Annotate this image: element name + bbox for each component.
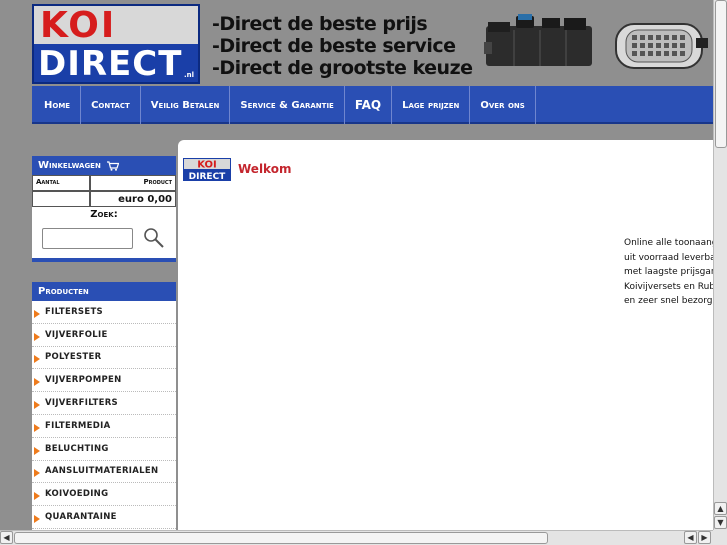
site-logo[interactable]: KOI DIRECT .nl <box>32 4 200 84</box>
nav-faq[interactable]: FAQ <box>345 86 393 124</box>
cart-empty-cell <box>32 191 90 207</box>
intro-line: met laagste prijsgara <box>624 267 713 278</box>
scroll-left-end-icon[interactable]: ◀ <box>684 531 697 544</box>
vertical-scroll-thumb[interactable] <box>715 0 727 148</box>
arrow-icon <box>34 378 40 387</box>
slogan-line: -Direct de beste service <box>212 35 456 57</box>
slogan-line: -Direct de beste prijs <box>212 13 428 35</box>
arrow-icon <box>34 515 40 524</box>
cart-total: euro 0,00 <box>90 191 176 207</box>
intro-line: Online alle toonaang <box>624 238 713 248</box>
product-label: AANSLUITMATERIALEN <box>45 466 159 477</box>
arrow-icon <box>34 309 40 318</box>
cart-col-product: Product <box>90 175 176 191</box>
nav-home[interactable]: Home <box>32 86 82 124</box>
product-item-vijverfolie[interactable]: VIJVERFOLIE <box>32 324 176 347</box>
product-label: VIJVERFOLIE <box>45 329 108 340</box>
search-label: Zoek: <box>90 209 118 220</box>
search-input[interactable] <box>42 228 133 249</box>
main-content: KOI DIRECT Welkom Online alle toonaang u… <box>178 140 713 532</box>
nav-contact[interactable]: Contact <box>81 86 141 124</box>
search-icon[interactable] <box>142 226 166 250</box>
scroll-down-icon[interactable]: ▼ <box>714 516 727 529</box>
cart-panel: Winkelwagen Aantal Product euro 0,00 Zoe… <box>32 156 176 262</box>
nav-lage-prijzen[interactable]: Lage prijzen <box>392 86 471 124</box>
pond-pump-image <box>615 23 708 69</box>
slogan-line: -Direct de grootste keuze <box>212 57 473 79</box>
cart-title: Winkelwagen <box>38 160 101 171</box>
product-item-filtersets[interactable]: FILTERSETS <box>32 301 176 324</box>
arrow-icon <box>34 355 40 364</box>
intro-line: Koivijversets en Rub <box>624 281 713 292</box>
product-label: QUARANTAINE <box>45 512 117 523</box>
mini-logo-bottom-text: DIRECT <box>189 172 227 181</box>
horizontal-scrollbar[interactable]: ◀ ◀ ▶ <box>0 530 713 545</box>
page-title: Welkom <box>238 162 292 176</box>
product-item-filtermedia[interactable]: FILTERMEDIA <box>32 415 176 438</box>
horizontal-scroll-thumb[interactable] <box>14 532 548 544</box>
product-item-quarantaine[interactable]: QUARANTAINE <box>32 506 176 529</box>
product-item-polyester[interactable]: POLYESTER <box>32 347 176 370</box>
logo-koi-text: KOI <box>40 5 117 46</box>
cart-col-amount: Aantal <box>32 175 90 191</box>
cart-icon <box>106 160 119 171</box>
mini-logo: KOI DIRECT <box>183 158 231 181</box>
scroll-right-icon[interactable]: ▶ <box>698 531 711 544</box>
scroll-up-icon[interactable]: ▲ <box>714 502 727 515</box>
product-item-vijverfilters[interactable]: VIJVERFILTERS <box>32 392 176 415</box>
intro-line: en zeer snel bezorg <box>624 296 713 307</box>
product-label: POLYESTER <box>45 352 102 363</box>
product-label: FILTERMEDIA <box>45 420 111 431</box>
products-panel: Producten FILTERSETS VIJVERFOLIE POLYEST… <box>32 282 176 530</box>
cart-table: Aantal Product euro 0,00 <box>32 175 176 207</box>
product-item-beluchting[interactable]: BELUCHTING <box>32 438 176 461</box>
product-label: KOIVOEDING <box>45 489 109 500</box>
cart-header[interactable]: Winkelwagen <box>32 156 176 175</box>
product-item-vijverpompen[interactable]: VIJVERPOMPEN <box>32 369 176 393</box>
arrow-icon <box>34 446 40 455</box>
logo-suffix: .nl <box>183 71 194 79</box>
scroll-left-icon[interactable]: ◀ <box>0 531 13 544</box>
product-label: VIJVERPOMPEN <box>45 375 122 386</box>
products-header: Producten <box>32 282 176 301</box>
nav-veilig-betalen[interactable]: Veilig Betalen <box>141 86 231 124</box>
intro-text: Online alle toonaang uit voorraad leverb… <box>624 236 713 309</box>
mini-logo-top-text: KOI <box>197 160 217 171</box>
nav-service-garantie[interactable]: Service & Garantie <box>230 86 345 124</box>
nav-over-ons[interactable]: Over ons <box>470 86 536 124</box>
product-label: BELUCHTING <box>45 443 109 454</box>
arrow-icon <box>34 332 40 341</box>
product-item-koivoeding[interactable]: KOIVOEDING <box>32 483 176 507</box>
scrollbar-corner <box>713 530 727 545</box>
slogans: -Direct de beste prijs -Direct de beste … <box>212 13 482 79</box>
product-label: FILTERSETS <box>45 306 103 317</box>
arrow-icon <box>34 469 40 478</box>
intro-line: uit voorraad leverba <box>624 252 713 263</box>
filter-box-image <box>484 14 592 66</box>
arrow-icon <box>34 492 40 501</box>
product-label: VIJVERFILTERS <box>45 398 118 409</box>
arrow-icon <box>34 401 40 410</box>
main-nav: Home Contact Veilig Betalen Service & Ga… <box>32 86 713 124</box>
arrow-icon <box>34 423 40 432</box>
vertical-scrollbar[interactable]: ▲ ▼ <box>713 0 727 530</box>
product-item-aansluitmaterialen[interactable]: AANSLUITMATERIALEN <box>32 461 176 484</box>
logo-direct-text: DIRECT <box>38 44 183 84</box>
